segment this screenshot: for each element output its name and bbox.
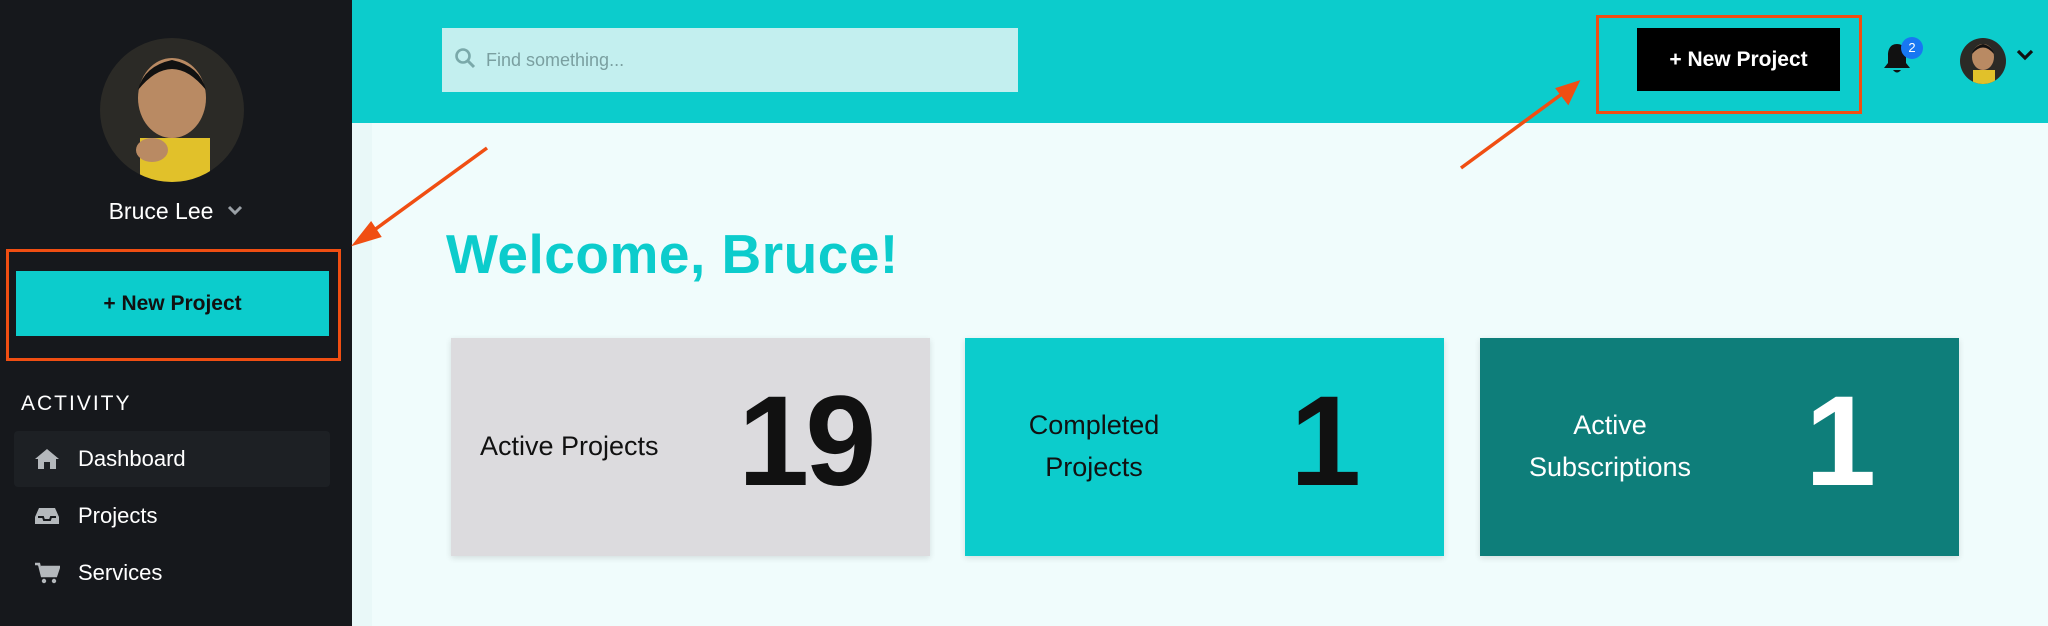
- sidebar-item-projects[interactable]: Projects: [14, 488, 330, 544]
- search-icon: [454, 47, 476, 74]
- chevron-down-icon[interactable]: [2016, 48, 2034, 62]
- user-menu[interactable]: Bruce Lee: [0, 198, 352, 225]
- search-box[interactable]: [442, 28, 1018, 92]
- activity-heading: ACTIVITY: [21, 392, 132, 415]
- stat-value: 19: [738, 370, 876, 513]
- sidebar-nav: Dashboard Projects Services: [14, 431, 330, 602]
- account-avatar[interactable]: [1960, 38, 2006, 84]
- stat-card-completed-projects[interactable]: Completed Projects 1: [965, 338, 1444, 556]
- sidebar-item-label: Services: [78, 560, 163, 585]
- user-name: Bruce Lee: [108, 198, 214, 224]
- stat-value: 1: [1290, 370, 1361, 513]
- stat-card-active-projects[interactable]: Active Projects 19: [451, 338, 930, 556]
- stat-value: 1: [1805, 370, 1876, 513]
- chevron-down-icon: [227, 203, 243, 221]
- stat-label: Active Subscriptions: [1510, 404, 1710, 488]
- stat-card-active-subscriptions[interactable]: Active Subscriptions 1: [1480, 338, 1959, 556]
- search-input[interactable]: [486, 49, 1006, 71]
- cart-icon: [34, 561, 60, 585]
- annotation-highlight-topbar: [1596, 15, 1862, 114]
- inbox-icon: [34, 504, 60, 528]
- stat-label-line: Active: [1573, 410, 1647, 440]
- annotation-highlight-sidebar: [6, 249, 341, 361]
- page-title: Welcome, Bruce!: [446, 223, 899, 285]
- stat-label-line: Projects: [1045, 452, 1143, 482]
- content-edge: [352, 123, 372, 626]
- sidebar-item-label: Projects: [78, 503, 158, 528]
- sidebar-item-services[interactable]: Services: [14, 545, 330, 601]
- sidebar-item-label: Dashboard: [78, 446, 186, 471]
- stat-label-line: Completed: [1028, 410, 1160, 440]
- notification-badge: 2: [1901, 37, 1923, 59]
- stat-label-line: Subscriptions: [1528, 452, 1692, 482]
- sidebar-item-dashboard[interactable]: Dashboard: [14, 431, 330, 487]
- stat-label: Active Projects: [480, 431, 659, 461]
- stat-label: Completed Projects: [1019, 404, 1169, 488]
- home-icon: [34, 447, 60, 471]
- profile-avatar[interactable]: [100, 38, 244, 182]
